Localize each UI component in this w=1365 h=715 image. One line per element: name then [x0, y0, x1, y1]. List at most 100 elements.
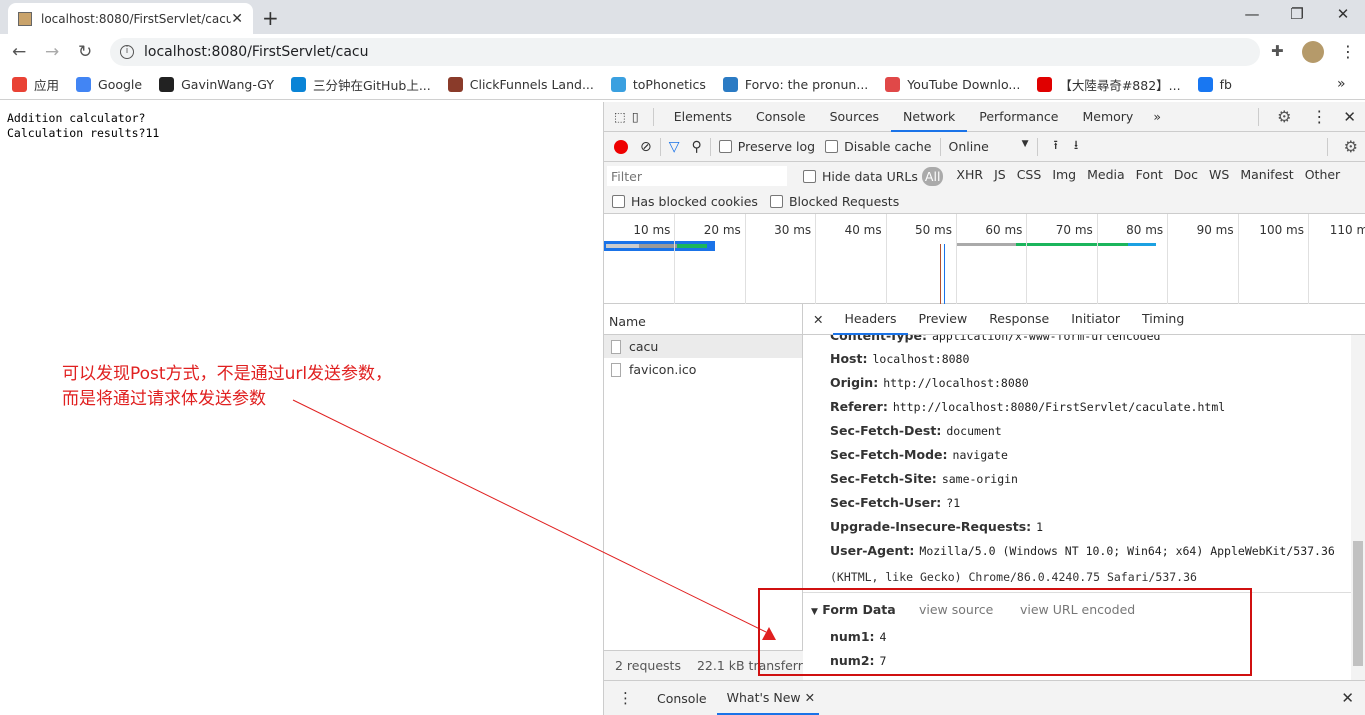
bookmark-tophonetics[interactable]: toPhonetics	[610, 77, 706, 92]
restore-button[interactable]: ❐	[1282, 5, 1312, 23]
apps-grid-icon	[12, 77, 27, 92]
devtools-panel: ⬚ ▯ Elements Console Sources Network Perform…	[603, 102, 1365, 715]
extensions-icon[interactable]: ✚	[1271, 42, 1284, 60]
filter-type-font[interactable]: Font	[1136, 167, 1163, 186]
filter-icon[interactable]: ▽	[669, 139, 680, 155]
drawer-menu-icon[interactable]: ⋮	[618, 689, 633, 707]
detail-tab-timing[interactable]: Timing	[1131, 304, 1195, 335]
browser-tab[interactable]: localhost:8080/FirstServlet/cacu ✕	[8, 3, 253, 34]
blocked-requests-checkbox[interactable]: Blocked Requests	[769, 194, 899, 209]
network-toolbar: ⊘ ▽ ⚲ Preserve log Disable cache Online ▼…	[604, 132, 1365, 162]
preserve-log-label: Preserve log	[737, 139, 816, 154]
throttle-value: Online	[948, 139, 989, 154]
header-name: Sec-Fetch-User:	[830, 495, 942, 510]
youtube-icon	[1037, 77, 1053, 92]
bar-download	[677, 244, 707, 248]
tab-performance[interactable]: Performance	[967, 102, 1070, 132]
bookmark-forvo[interactable]: Forvo: the pronun...	[722, 77, 868, 92]
inspect-icon[interactable]: ⬚	[614, 109, 626, 124]
avatar[interactable]	[1302, 41, 1324, 63]
bookmark-zhihu[interactable]: 三分钟在GitHub上...	[291, 75, 431, 94]
name-column-header[interactable]: Name	[604, 304, 802, 335]
tab-console[interactable]: Console	[744, 102, 818, 132]
more-bookmarks-icon[interactable]: »	[1337, 76, 1346, 92]
detail-tab-response[interactable]: Response	[978, 304, 1060, 335]
form-data-section[interactable]: ▼ Form Data	[811, 602, 896, 617]
hide-data-urls-checkbox[interactable]: Hide data URLs	[803, 169, 918, 184]
bookmark-facebook[interactable]: fb	[1197, 77, 1232, 92]
filter-type-img[interactable]: Img	[1052, 167, 1076, 186]
search-icon[interactable]: ⚲	[692, 139, 702, 155]
timeline-gridline	[1096, 214, 1098, 304]
filter-type-all[interactable]: All	[921, 166, 944, 186]
request-row[interactable]: cacu	[604, 335, 802, 358]
filter-type-manifest[interactable]: Manifest	[1240, 167, 1293, 186]
has-blocked-cookies-checkbox[interactable]: Has blocked cookies	[612, 194, 758, 209]
reload-button[interactable]: ↻	[78, 42, 92, 62]
close-devtools-icon[interactable]: ✕	[1343, 108, 1356, 126]
throttle-select[interactable]: Online ▼	[949, 139, 1029, 154]
drawer-tab-console[interactable]: Console	[647, 682, 717, 715]
bookmark-download[interactable]: YouTube Downlo...	[885, 77, 1020, 92]
info-icon[interactable]: i	[120, 45, 134, 59]
favicon-icon	[18, 11, 32, 26]
detail-tab-initiator[interactable]: Initiator	[1060, 304, 1131, 335]
minimize-button[interactable]: —	[1237, 5, 1267, 23]
bookmark-google[interactable]: Google	[76, 77, 142, 92]
more-options-icon[interactable]: ⋮	[1311, 107, 1327, 126]
bookmark-apps-grid[interactable]: 应用	[12, 75, 59, 94]
timeline-overview[interactable]: 10 ms 20 ms 30 ms 40 ms 50 ms 60 ms 70 ms 80 ms…	[604, 214, 1365, 304]
filter-type-xhr[interactable]: XHR	[956, 167, 983, 186]
filter-type-doc[interactable]: Doc	[1174, 167, 1198, 186]
record-icon[interactable]	[614, 139, 628, 154]
new-tab-button[interactable]: +	[262, 6, 279, 30]
request-row[interactable]: favicon.ico	[604, 358, 802, 381]
tab-memory[interactable]: Memory	[1070, 102, 1145, 132]
detail-tab-headers[interactable]: Headers	[833, 304, 908, 335]
filter-type-css[interactable]: CSS	[1017, 167, 1042, 186]
preserve-log-checkbox[interactable]: Preserve log	[718, 139, 816, 154]
bookmark-clickfunnels[interactable]: ClickFunnels Land...	[447, 77, 594, 92]
close-tab-icon[interactable]: ✕	[805, 690, 815, 705]
view-source-link[interactable]: view source	[919, 602, 993, 617]
network-settings-icon[interactable]: ⚙	[1344, 137, 1358, 156]
header-name: Sec-Fetch-Site:	[830, 471, 937, 486]
more-tabs-icon[interactable]: »	[1153, 109, 1161, 124]
export-har-icon[interactable]: ⭳	[1074, 136, 1078, 157]
disable-cache-checkbox[interactable]: Disable cache	[825, 139, 932, 154]
whats-new-label: What's New	[726, 689, 801, 705]
tab-network[interactable]: Network	[891, 102, 968, 132]
menu-icon[interactable]: ⋮	[1340, 42, 1356, 61]
tab-sources[interactable]: Sources	[818, 102, 891, 132]
filter-type-js[interactable]: JS	[994, 167, 1006, 186]
device-toolbar-icon[interactable]: ▯	[632, 109, 639, 124]
close-details-icon[interactable]: ✕	[813, 312, 823, 327]
close-window-button[interactable]: ✕	[1328, 5, 1358, 23]
filter-type-ws[interactable]: WS	[1209, 167, 1229, 186]
header-value: http://localhost:8080/FirstServlet/cacul…	[892, 400, 1226, 414]
clear-icon[interactable]: ⊘	[640, 139, 652, 155]
filter-type-media[interactable]: Media	[1087, 167, 1125, 186]
header-value: localhost:8080	[872, 352, 970, 366]
document-icon	[611, 362, 621, 377]
bookmark-youtube[interactable]: 【大陸尋奇#882】...	[1037, 75, 1181, 94]
scrollbar-thumb[interactable]	[1353, 541, 1363, 666]
address-bar[interactable]: i localhost:8080/FirstServlet/cacu	[110, 38, 1260, 66]
tab-elements[interactable]: Elements	[662, 102, 744, 132]
form-field-name: num1:	[830, 629, 875, 644]
scrollbar[interactable]	[1351, 335, 1365, 680]
settings-icon[interactable]: ⚙	[1277, 107, 1291, 126]
drawer-tab-whats-new[interactable]: What's New ✕	[716, 682, 820, 715]
import-har-icon[interactable]: ⭱	[1054, 136, 1058, 157]
close-drawer-icon[interactable]: ✕	[1341, 689, 1354, 707]
detail-tab-preview[interactable]: Preview	[908, 304, 979, 335]
timeline-tick-label: 20 ms	[703, 223, 741, 237]
load-marker	[944, 244, 945, 304]
forward-button[interactable]: →	[45, 42, 59, 62]
close-tab-icon[interactable]: ✕	[231, 11, 243, 27]
view-url-encoded-link[interactable]: view URL encoded	[1020, 602, 1135, 617]
back-button[interactable]: ←	[12, 42, 26, 62]
filter-type-other[interactable]: Other	[1305, 167, 1341, 186]
filter-input[interactable]	[607, 166, 787, 186]
bookmark-github[interactable]: GavinWang-GY	[159, 77, 274, 92]
